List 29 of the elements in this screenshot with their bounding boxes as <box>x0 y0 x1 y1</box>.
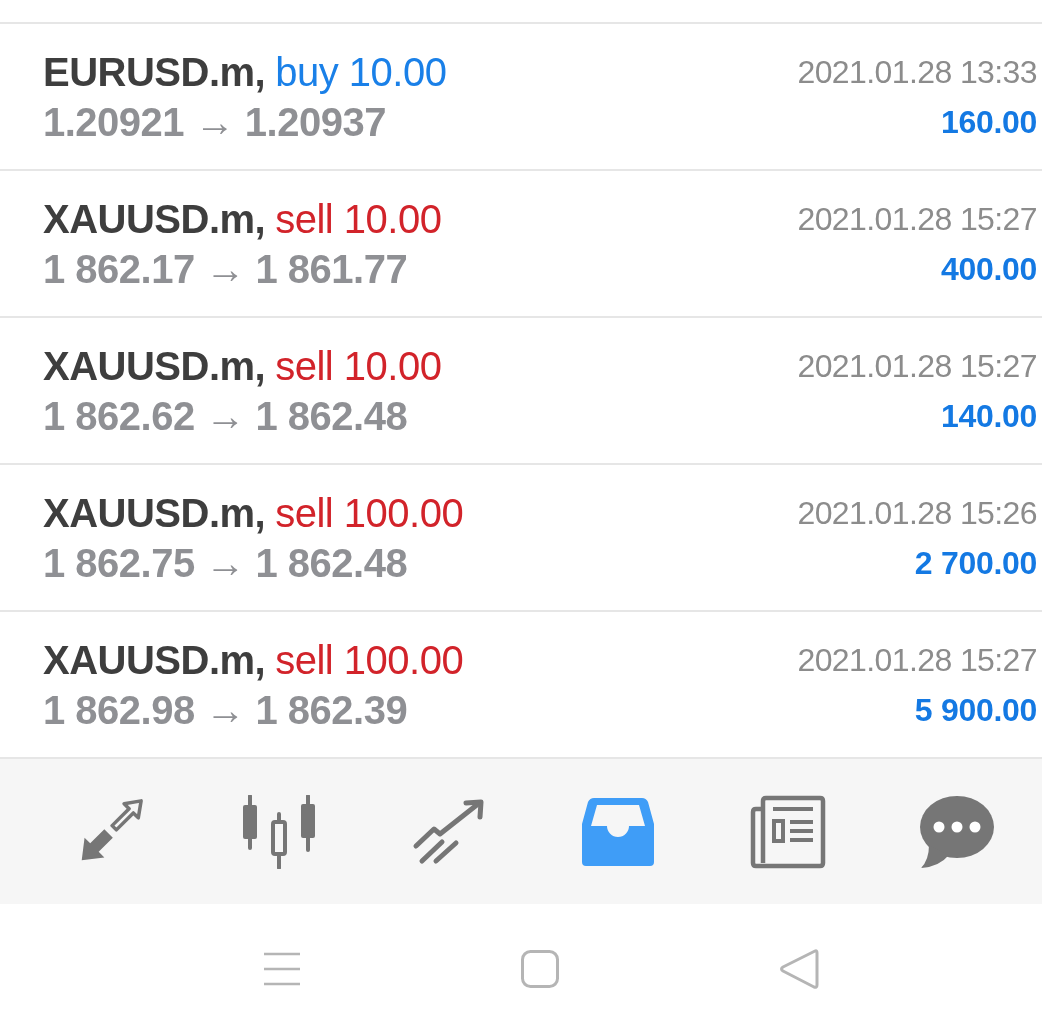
price-change: 1 862.17 → 1 861.77 <box>43 246 408 292</box>
trade-time: 2021.01.28 15:26 <box>797 494 1037 532</box>
symbol-label: XAUUSD.m, <box>43 196 266 242</box>
price-change: 1 862.75 → 1 862.48 <box>43 540 408 586</box>
trade-time: 2021.01.28 15:27 <box>797 641 1037 679</box>
trade-time: 2021.01.28 15:27 <box>797 200 1037 238</box>
newspaper-icon[interactable] <box>749 794 826 869</box>
deal-label: sell 10.00 <box>275 343 442 389</box>
deal-label: sell 100.00 <box>275 490 464 536</box>
symbol-label: XAUUSD.m, <box>43 637 266 683</box>
profit-value: 160.00 <box>940 103 1037 141</box>
trade-time: 2021.01.28 13:33 <box>797 53 1037 91</box>
price-change: 1 862.62 → 1 862.48 <box>43 393 408 439</box>
deal-label: buy 10.00 <box>275 49 447 95</box>
price-change: 1 862.98 → 1 862.39 <box>43 687 408 733</box>
deal-label: sell 10.00 <box>275 196 442 242</box>
trade-time: 2021.01.28 15:27 <box>797 347 1037 385</box>
profit-value: 5 900.00 <box>914 691 1037 729</box>
inbox-tray-icon[interactable] <box>582 797 655 866</box>
trend-arrow-icon[interactable] <box>411 798 486 865</box>
profit-value: 140.00 <box>940 397 1037 435</box>
price-change: 1.20921 → 1.20937 <box>43 99 386 145</box>
deal-label: sell 100.00 <box>275 637 464 683</box>
symbol-label: EURUSD.m, <box>43 49 266 95</box>
profit-value: 400.00 <box>940 250 1037 288</box>
profit-value: 2 700.00 <box>914 544 1037 582</box>
chat-bubble-icon[interactable] <box>919 794 996 869</box>
symbol-label: XAUUSD.m, <box>43 490 266 536</box>
symbol-label: XAUUSD.m, <box>43 343 266 389</box>
